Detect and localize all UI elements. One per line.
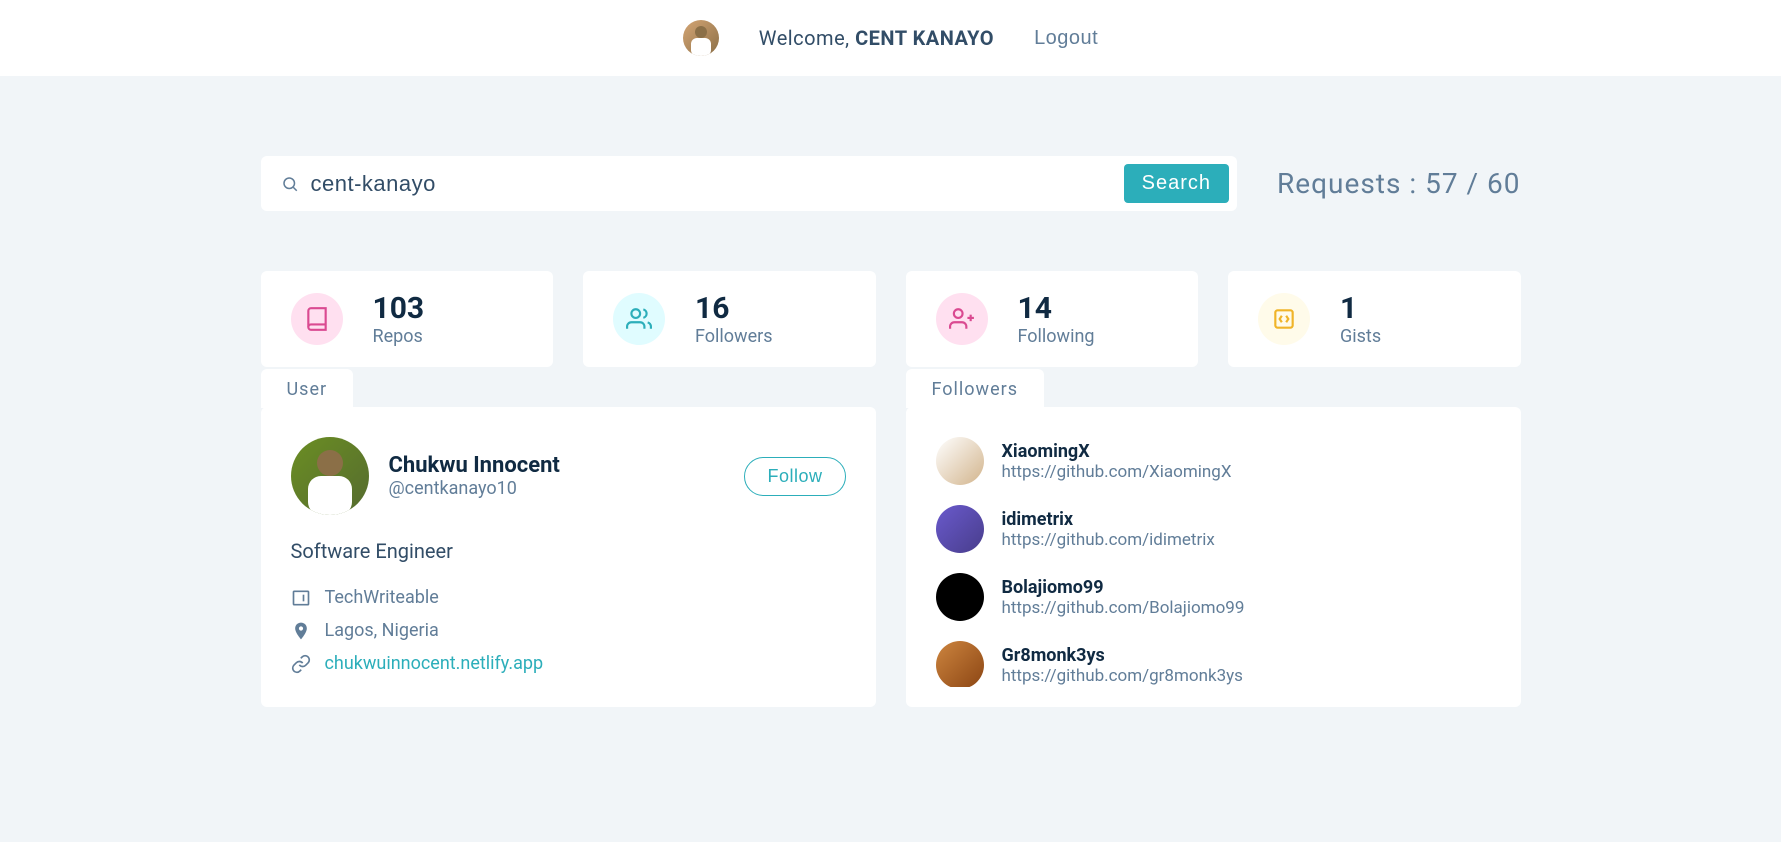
blog-row: chukwuinnocent.netlify.app: [291, 653, 846, 674]
follower-name: idimetrix: [1002, 509, 1215, 530]
link-icon: [291, 654, 311, 674]
user-tab-label: User: [261, 369, 354, 408]
location-icon: [291, 621, 311, 641]
company-icon: [291, 588, 311, 608]
stat-followers: 16 Followers: [583, 271, 876, 367]
follower-avatar: [936, 437, 984, 485]
search-icon: [281, 175, 299, 193]
stat-repos: 103 Repos: [261, 271, 554, 367]
stat-following: 14 Following: [906, 271, 1199, 367]
stat-label: Repos: [373, 326, 425, 347]
welcome-text: Welcome, CENT KANAYO: [759, 26, 994, 50]
follower-link[interactable]: https://github.com/Bolajiomo99: [1002, 598, 1245, 618]
blog-link[interactable]: chukwuinnocent.netlify.app: [325, 653, 544, 674]
follow-button[interactable]: Follow: [744, 457, 845, 496]
search-form: Search: [261, 156, 1238, 211]
follower-item: XiaomingX https://github.com/XiaomingX: [936, 427, 1491, 495]
followers-card: Followers XiaomingX https://github.com/X…: [906, 407, 1521, 707]
stat-label: Following: [1018, 326, 1095, 347]
follower-link[interactable]: https://github.com/XiaomingX: [1002, 462, 1232, 482]
user-card: User Chukwu Innocent @centkanayo10 Follo…: [261, 407, 876, 707]
stat-value: 14: [1018, 291, 1095, 326]
followers-tab-label: Followers: [906, 369, 1045, 408]
follower-name: Gr8monk3ys: [1002, 645, 1243, 666]
follower-item: idimetrix https://github.com/idimetrix: [936, 495, 1491, 563]
following-icon: [936, 293, 988, 345]
stat-label: Followers: [695, 326, 773, 347]
company-row: TechWriteable: [291, 587, 846, 608]
follower-item: Gr8monk3ys https://github.com/gr8monk3ys: [936, 631, 1491, 687]
follower-avatar: [936, 641, 984, 687]
stat-value: 1: [1340, 291, 1381, 326]
stats-grid: 103 Repos 16 Followers 14 Following: [261, 271, 1521, 367]
follower-name: XiaomingX: [1002, 441, 1232, 462]
search-button[interactable]: Search: [1124, 164, 1229, 203]
follower-avatar: [936, 505, 984, 553]
stat-value: 16: [695, 291, 773, 326]
requests-counter: Requests : 57 / 60: [1277, 167, 1520, 200]
repos-icon: [291, 293, 343, 345]
follower-link[interactable]: https://github.com/gr8monk3ys: [1002, 666, 1243, 686]
user-avatar: [291, 437, 369, 515]
avatar: [683, 20, 719, 56]
logout-button[interactable]: Logout: [1034, 27, 1098, 50]
follower-link[interactable]: https://github.com/idimetrix: [1002, 530, 1215, 550]
follower-avatar: [936, 573, 984, 621]
user-bio: Software Engineer: [291, 539, 846, 563]
follower-name: Bolajiomo99: [1002, 577, 1245, 598]
search-input[interactable]: [311, 165, 1112, 203]
followers-icon: [613, 293, 665, 345]
followers-list[interactable]: XiaomingX https://github.com/XiaomingX i…: [936, 427, 1491, 687]
follower-item: Bolajiomo99 https://github.com/Bolajiomo…: [936, 563, 1491, 631]
stat-gists: 1 Gists: [1228, 271, 1521, 367]
stat-label: Gists: [1340, 326, 1381, 347]
gists-icon: [1258, 293, 1310, 345]
location-row: Lagos, Nigeria: [291, 620, 846, 641]
user-handle: @centkanayo10: [389, 478, 725, 499]
stat-value: 103: [373, 291, 425, 326]
navbar: Welcome, CENT KANAYO Logout: [0, 0, 1781, 76]
user-name: Chukwu Innocent: [389, 453, 725, 478]
